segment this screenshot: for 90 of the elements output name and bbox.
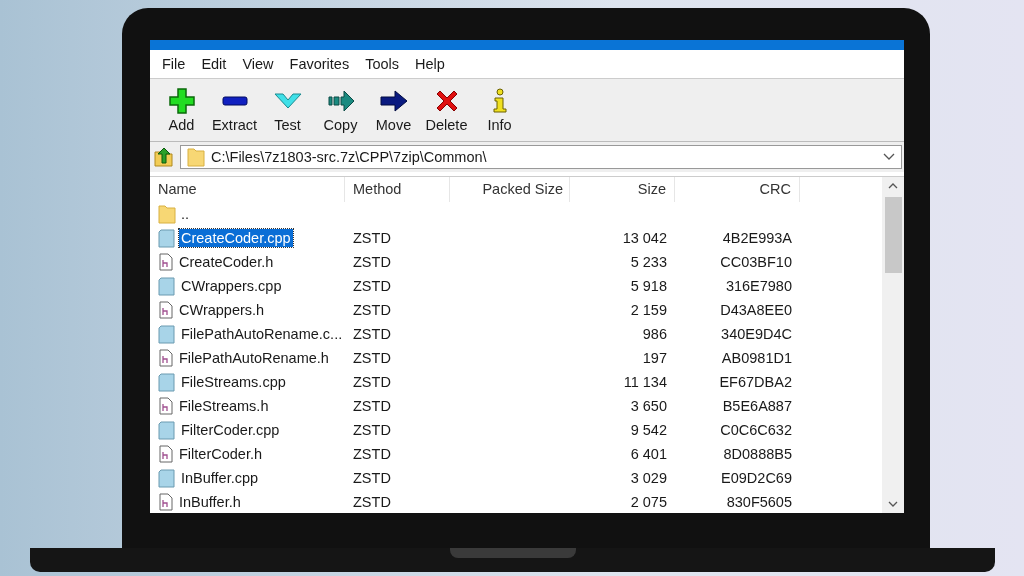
table-cell-text: CC03BF10 [719,254,793,270]
table-cell-text: 3 650 [629,398,668,414]
file-name[interactable]: InBuffer.cpp [179,469,261,487]
header-file-icon [158,445,174,463]
header-file-icon [158,397,174,415]
table-cell-text: ZSTD [352,230,392,246]
file-name[interactable]: FilePathAutoRename.c... [179,325,345,343]
header-file-icon [158,301,174,319]
file-name[interactable]: FilePathAutoRename.h [177,349,331,367]
table-cell-text: ZSTD [352,422,392,438]
scrollbar[interactable] [882,177,904,513]
table-cell-text: 5 233 [629,254,668,270]
table-cell-text: 8D0888B5 [722,446,793,462]
table-cell-text: ZSTD [352,254,392,270]
document-icon [158,372,176,392]
table-cell-text: AB0981D1 [720,350,793,366]
column-header[interactable]: CRC [675,177,800,202]
file-name[interactable]: FilterCoder.cpp [179,421,282,439]
table-cell-text: ZSTD [352,278,392,294]
table-cell-text: ZSTD [352,446,392,462]
file-name[interactable]: .. [179,205,192,223]
table-cell-text: E09D2C69 [720,470,793,486]
table-cell-text: 5 918 [629,278,668,294]
table-cell-text: 340E9D4C [720,326,793,342]
plus-icon [168,87,195,114]
file-name[interactable]: CreateCoder.h [177,253,276,271]
table-cell-text: C0C6C632 [719,422,793,438]
table-cell-text: EF67DBA2 [718,374,793,390]
address-field[interactable]: C:\Files\7z1803-src.7z\CPP\7zip\Common\ [180,145,902,169]
toolbar-button[interactable]: Extract [208,87,261,133]
table-cell-text: 986 [641,326,668,342]
toolbar-button[interactable]: Info [473,87,526,133]
table-cell-text: ZSTD [352,374,392,390]
scrollbar-thumb[interactable] [884,197,902,273]
info-icon [490,87,509,114]
table-cell-text: 13 042 [621,230,668,246]
column-header[interactable]: Method [345,177,450,202]
header-file-icon [158,253,174,271]
menu-item[interactable]: View [234,56,282,72]
column-header[interactable]: Name [150,177,345,202]
document-icon [158,276,176,296]
menu-item[interactable]: Help [407,56,453,72]
table-cell-text: ZSTD [352,326,392,342]
toolbar-button[interactable]: Test [261,87,314,133]
menu-item[interactable]: Favorites [281,56,358,72]
toolbar-button[interactable]: Delete [420,87,473,133]
file-name[interactable]: FileStreams.h [177,397,271,415]
table-cell-text: ZSTD [352,398,392,414]
column-header[interactable]: Size [570,177,675,202]
file-name[interactable]: CreateCoder.cpp [179,229,293,247]
menu-item[interactable]: File [154,56,194,72]
table-cell-text: 316E7980 [724,278,793,294]
file-name[interactable]: CWrappers.h [177,301,267,319]
toolbar-button[interactable]: Add [155,87,208,133]
table-cell-text: ZSTD [352,302,392,318]
file-name[interactable]: FilterCoder.h [177,445,264,463]
folder-icon [187,147,205,167]
table-cell-text: D43A8EE0 [719,302,793,318]
menu-item[interactable]: Tools [357,56,408,72]
file-name[interactable]: InBuffer.h [177,493,243,511]
document-icon [158,324,176,344]
file-name[interactable]: FileStreams.cpp [179,373,288,391]
table-cell-text: 6 401 [629,446,668,462]
column-header[interactable]: Packed Size [450,177,570,202]
table-cell-text: 9 542 [629,422,668,438]
table-cell-text: 2 159 [629,302,668,318]
scroll-down-icon[interactable] [888,501,898,507]
document-icon [158,228,176,248]
arrow-right-icon [379,87,408,114]
toolbar-button[interactable]: Copy [314,87,367,133]
table-cell-text: 4B2E993A [721,230,793,246]
table-cell-text: 11 134 [622,374,668,390]
header-file-icon [158,349,174,367]
table-cell-text: ZSTD [352,350,392,366]
table-cell-text: 3 029 [629,470,668,486]
file-name[interactable]: CWrappers.cpp [179,277,284,295]
toolbar-button[interactable]: Move [367,87,420,133]
document-icon [158,420,176,440]
document-icon [158,468,176,488]
folder-up-icon[interactable] [154,146,174,168]
table-cell-text: 2 075 [629,494,668,510]
folder-icon [158,204,176,224]
table-cell-text: 830F5605 [725,494,793,510]
table-cell-text: B5E6A887 [721,398,793,414]
chevron-down-icon[interactable] [883,153,895,161]
table-cell-text: ZSTD [352,494,392,510]
table-cell-text: 197 [641,350,668,366]
scroll-up-icon[interactable] [888,183,898,189]
table-cell-text: ZSTD [352,470,392,486]
menu-item[interactable]: Edit [193,56,235,72]
